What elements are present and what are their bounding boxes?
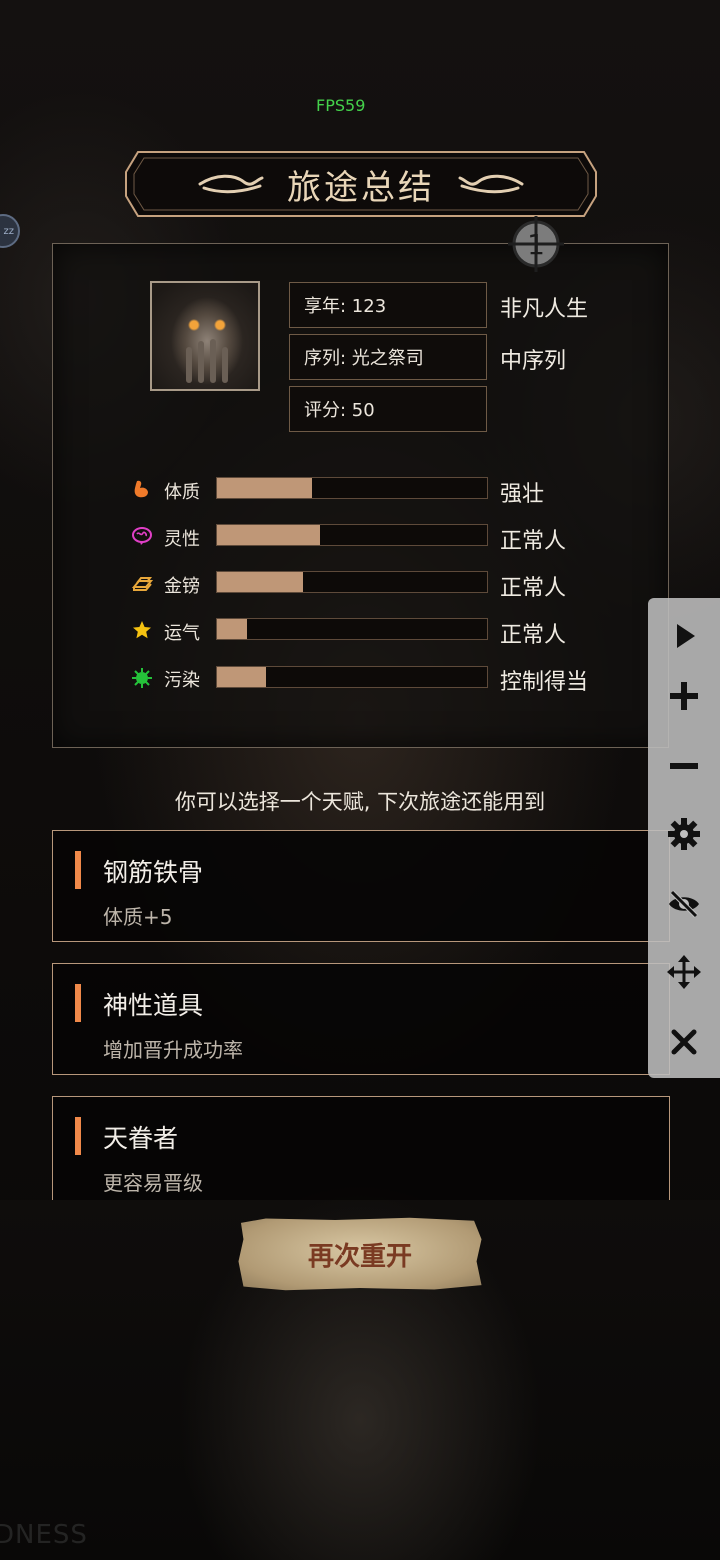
stat-fill: [217, 667, 266, 687]
stat-fill: [217, 525, 320, 545]
tentacle: [198, 341, 204, 383]
play-icon[interactable]: [648, 608, 720, 664]
stat-bar: [216, 571, 488, 593]
talent-desc: 增加晋升成功率: [103, 1038, 243, 1062]
stat-name: 体质: [164, 482, 200, 503]
stat-rank: 强壮: [500, 482, 545, 507]
eye-off-icon[interactable]: [648, 876, 720, 932]
plus-icon[interactable]: [648, 668, 720, 724]
talent-accent: [75, 984, 81, 1022]
close-icon[interactable]: [648, 1014, 720, 1070]
fps-counter: FPS59: [316, 96, 366, 115]
stat-rank: 正常人: [500, 623, 567, 648]
watermark: DNESS: [0, 1520, 88, 1550]
muscle-icon: [131, 478, 153, 500]
tentacle: [210, 339, 216, 383]
star-icon: [131, 619, 153, 641]
title-banner: 旅途总结: [124, 150, 598, 218]
crosshair-marker[interactable]: 1: [508, 216, 564, 272]
brain-icon: [131, 525, 153, 547]
stat-rank: 控制得当: [500, 670, 589, 695]
talent-card[interactable]: 天眷者 更容易晋级: [52, 1096, 670, 1216]
talent-name: 天眷者: [103, 1124, 179, 1153]
stat-name: 金镑: [164, 576, 200, 597]
gear-icon[interactable]: [648, 806, 720, 862]
stat-rank: 正常人: [500, 529, 567, 554]
virus-icon: [131, 667, 153, 689]
stat-fill: [217, 478, 312, 498]
stat-bar: [216, 524, 488, 546]
talent-desc: 体质+5: [103, 905, 173, 929]
gold-bars-icon: [131, 572, 153, 594]
stat-bar: [216, 477, 488, 499]
sequence-box: 序列: 光之祭司: [289, 334, 487, 380]
character-portrait: [150, 281, 260, 391]
stat-rank: 正常人: [500, 576, 567, 601]
score-box: 评分: 50: [289, 386, 487, 432]
talent-name: 钢筋铁骨: [103, 858, 204, 887]
stat-bar: [216, 666, 488, 688]
talent-accent: [75, 1117, 81, 1155]
stat-fill: [217, 619, 247, 639]
minus-icon[interactable]: [648, 738, 720, 794]
talent-prompt: 你可以选择一个天赋, 下次旅途还能用到: [174, 790, 546, 814]
age-box: 享年: 123: [289, 282, 487, 328]
page-title: 旅途总结: [287, 167, 435, 208]
marker-number: 1: [527, 228, 545, 261]
stat-bar: [216, 618, 488, 640]
sequence-tier: 中序列: [500, 349, 567, 374]
talent-desc: 更容易晋级: [103, 1171, 203, 1195]
restart-button[interactable]: 再次重开: [238, 1217, 482, 1291]
stat-name: 灵性: [164, 529, 200, 550]
tentacle: [186, 347, 192, 383]
tentacle: [222, 347, 228, 383]
stat-name: 运气: [164, 623, 200, 644]
stat-fill: [217, 572, 304, 592]
talent-card[interactable]: 钢筋铁骨 体质+5: [52, 830, 670, 942]
talent-name: 神性道具: [103, 991, 204, 1020]
talent-accent: [75, 851, 81, 889]
stat-name: 污染: [164, 670, 200, 691]
move-icon[interactable]: [648, 944, 720, 1000]
life-rating: 非凡人生: [500, 297, 589, 322]
talent-card[interactable]: 神性道具 增加晋升成功率: [52, 963, 670, 1075]
floating-toolbar: [648, 598, 720, 1078]
